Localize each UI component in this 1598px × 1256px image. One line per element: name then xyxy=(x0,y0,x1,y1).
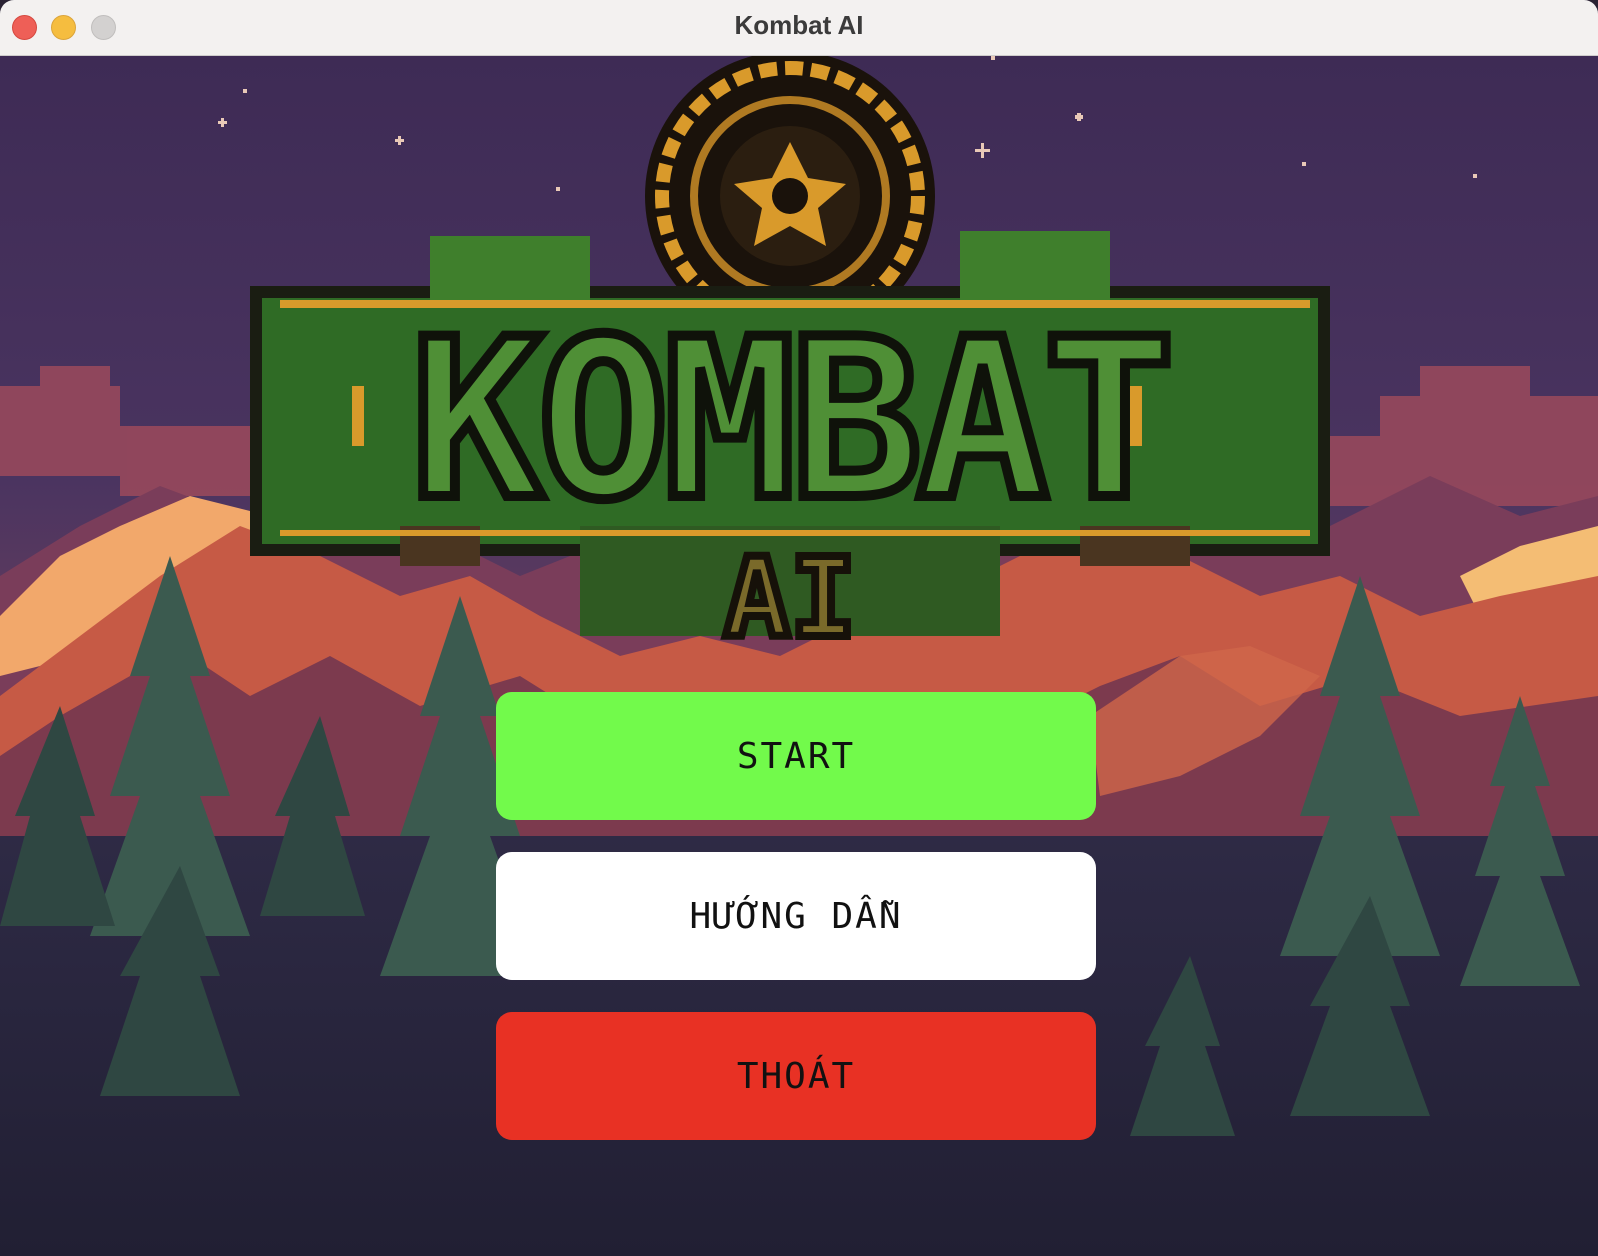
start-button-label: START xyxy=(736,735,856,777)
title-bar[interactable]: Kombat AI xyxy=(0,0,1598,56)
logo-title: KOMBAT xyxy=(411,292,1170,548)
game-scene: KOMBAT AI START HƯỚNG DẪN THOÁT xyxy=(0,56,1598,1256)
guide-button-label: HƯỚNG DẪN xyxy=(689,895,903,937)
logo-subtitle: AI xyxy=(724,534,856,662)
quit-button[interactable]: THOÁT xyxy=(496,1012,1096,1140)
guide-button[interactable]: HƯỚNG DẪN xyxy=(496,852,1096,980)
quit-button-label: THOÁT xyxy=(736,1055,856,1097)
game-window: Kombat AI KOMBAT AI START HƯỚNG DẪN THOÁ… xyxy=(0,0,1598,1256)
window-title: Kombat AI xyxy=(734,10,864,40)
start-button[interactable]: START xyxy=(496,692,1096,820)
